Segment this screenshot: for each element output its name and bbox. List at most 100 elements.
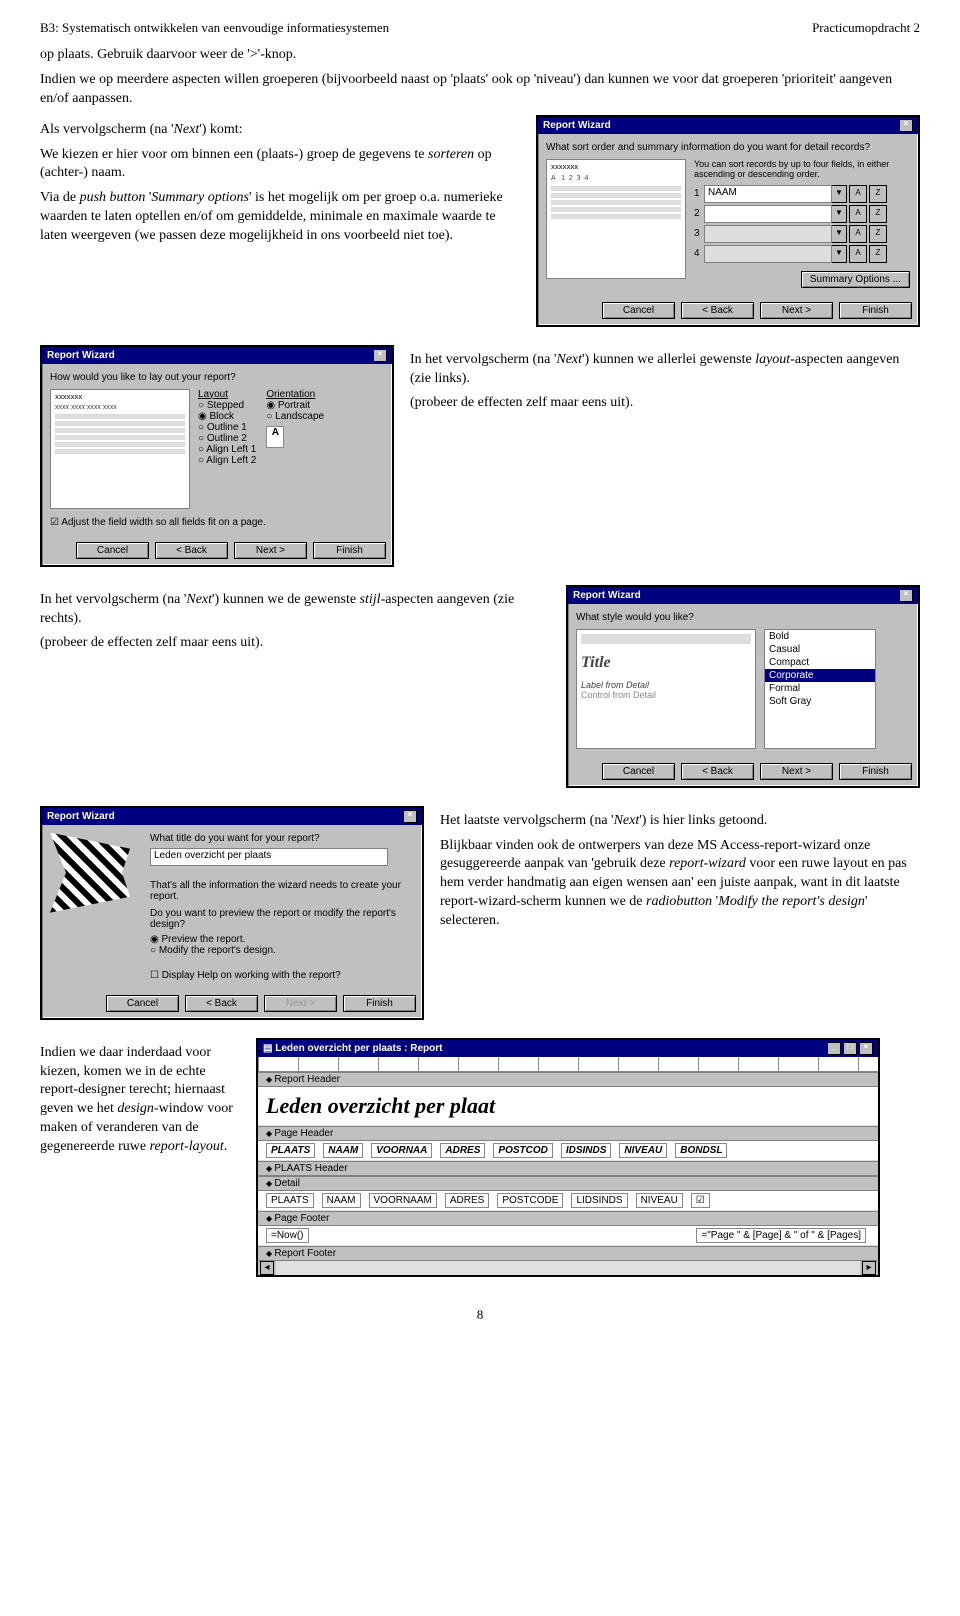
- report-title-label[interactable]: Leden overzicht per plaat: [266, 1093, 495, 1119]
- header-field[interactable]: IDSINDS: [561, 1143, 612, 1158]
- finish-button[interactable]: Finish: [839, 302, 912, 319]
- back-button[interactable]: < Back: [155, 542, 228, 559]
- scrollbar-track[interactable]: [276, 1261, 860, 1275]
- close-icon[interactable]: ×: [403, 810, 417, 823]
- layout-option[interactable]: Block: [198, 411, 256, 422]
- window-title: Leden overzicht per plaats : Report: [275, 1043, 442, 1054]
- style-item[interactable]: Corporate: [765, 669, 875, 682]
- back-button[interactable]: < Back: [681, 763, 754, 780]
- header-field[interactable]: ADRES: [440, 1143, 485, 1158]
- band-page-header[interactable]: Page Header: [258, 1126, 878, 1141]
- chevron-down-icon: ▼: [832, 225, 847, 243]
- band-group-header[interactable]: PLAATS Header: [258, 1161, 878, 1176]
- style-item[interactable]: Soft Gray: [765, 695, 875, 708]
- scroll-right-icon[interactable]: ▸: [862, 1261, 876, 1275]
- sort-asc-icon[interactable]: A: [849, 185, 867, 203]
- scroll-left-icon[interactable]: ◂: [260, 1261, 274, 1275]
- footer-now[interactable]: =Now(): [266, 1228, 309, 1243]
- fit-checkbox[interactable]: Adjust the field width so all fields fit…: [50, 517, 384, 528]
- chevron-down-icon[interactable]: ▼: [832, 185, 847, 203]
- band-page-footer[interactable]: Page Footer: [258, 1211, 878, 1226]
- close-icon[interactable]: ×: [899, 589, 913, 602]
- detail-field[interactable]: POSTCODE: [497, 1193, 563, 1208]
- header-field[interactable]: NAAM: [323, 1143, 363, 1158]
- style-item[interactable]: Formal: [765, 682, 875, 695]
- next-button-disabled: Next >: [264, 995, 337, 1012]
- finish-button[interactable]: Finish: [313, 542, 386, 559]
- chevron-down-icon[interactable]: ▼: [832, 205, 847, 223]
- layout-option[interactable]: Align Left 1: [198, 444, 256, 455]
- orientation-option[interactable]: Landscape: [266, 411, 324, 422]
- cancel-button[interactable]: Cancel: [602, 302, 675, 319]
- next-button[interactable]: Next >: [760, 302, 833, 319]
- style-item[interactable]: Bold: [765, 630, 875, 643]
- modify-radio[interactable]: Modify the report's design.: [150, 945, 414, 956]
- sort-desc-icon[interactable]: Z: [869, 185, 887, 203]
- ruler: [258, 1057, 878, 1072]
- finish-button[interactable]: Finish: [343, 995, 416, 1012]
- sort-field-4: [704, 245, 832, 263]
- layout-option[interactable]: Align Left 2: [198, 455, 256, 466]
- sort-desc-icon[interactable]: Z: [869, 205, 887, 223]
- header-field[interactable]: NIVEAU: [619, 1143, 667, 1158]
- summary-options-button[interactable]: Summary Options ...: [801, 271, 910, 288]
- page-icon: A: [266, 426, 284, 448]
- minimize-icon[interactable]: _: [827, 1042, 841, 1055]
- header-field[interactable]: PLAATS: [266, 1143, 315, 1158]
- close-icon[interactable]: ×: [373, 349, 387, 362]
- band-report-header[interactable]: Report Header: [258, 1072, 878, 1087]
- layout-option[interactable]: Outline 1: [198, 422, 256, 433]
- preview-radio[interactable]: Preview the report.: [150, 934, 414, 945]
- sort-field-3: [704, 225, 832, 243]
- body-text: Indien we op meerdere aspecten willen gr…: [40, 71, 920, 109]
- wizard-sort-dialog: Report Wizard × What sort order and summ…: [536, 115, 920, 327]
- wizard-hint: You can sort records by up to four field…: [694, 159, 910, 179]
- sort-field-2[interactable]: [704, 205, 832, 223]
- wizard-final-dialog: Report Wizard × What title do you want f…: [40, 806, 424, 1020]
- header-field[interactable]: VOORNAA: [371, 1143, 432, 1158]
- detail-field[interactable]: ☑: [691, 1193, 710, 1208]
- detail-field[interactable]: NIVEAU: [636, 1193, 683, 1208]
- layout-option[interactable]: Stepped: [198, 400, 256, 411]
- detail-field[interactable]: LIDSINDS: [571, 1193, 627, 1208]
- footer-pagenum[interactable]: ="Page " & [Page] & " of " & [Pages]: [696, 1228, 866, 1243]
- help-checkbox[interactable]: ☐ Display Help on working with the repor…: [150, 970, 414, 981]
- close-icon[interactable]: ×: [859, 1042, 873, 1055]
- band-report-footer[interactable]: Report Footer: [258, 1246, 878, 1261]
- report-title-input[interactable]: Leden overzicht per plaats: [150, 848, 388, 866]
- orientation-option[interactable]: Portrait: [266, 400, 324, 411]
- back-button[interactable]: < Back: [681, 302, 754, 319]
- detail-field[interactable]: PLAATS: [266, 1193, 314, 1208]
- chevron-down-icon: ▼: [832, 245, 847, 263]
- body-text: Als vervolgscherm (na 'Next') komt:: [40, 121, 520, 140]
- wizard-text: That's all the information the wizard ne…: [150, 880, 414, 902]
- layout-option[interactable]: Outline 2: [198, 433, 256, 444]
- style-listbox[interactable]: Bold Casual Compact Corporate Formal Sof…: [764, 629, 876, 749]
- sort-field-1[interactable]: NAAM: [704, 185, 832, 203]
- cancel-button[interactable]: Cancel: [602, 763, 675, 780]
- style-item[interactable]: Compact: [765, 656, 875, 669]
- back-button[interactable]: < Back: [185, 995, 258, 1012]
- detail-field[interactable]: NAAM: [322, 1193, 361, 1208]
- dialog-titlebar: Report Wizard ×: [42, 347, 392, 364]
- dialog-title: Report Wizard: [47, 350, 115, 361]
- close-icon[interactable]: ×: [899, 119, 913, 132]
- band-detail[interactable]: Detail: [258, 1176, 878, 1191]
- cancel-button[interactable]: Cancel: [76, 542, 149, 559]
- next-button[interactable]: Next >: [760, 763, 833, 780]
- finish-button[interactable]: Finish: [839, 763, 912, 780]
- sort-asc-icon[interactable]: A: [849, 205, 867, 223]
- dialog-titlebar: Report Wizard ×: [568, 587, 918, 604]
- style-item[interactable]: Casual: [765, 643, 875, 656]
- layout-heading: Layout: [198, 389, 256, 400]
- dialog-title: Report Wizard: [543, 120, 611, 131]
- report-designer-window: ▤ Leden overzicht per plaats : Report _ …: [256, 1038, 880, 1277]
- header-field[interactable]: POSTCOD: [493, 1143, 552, 1158]
- wizard-question: How would you like to lay out your repor…: [50, 372, 384, 383]
- header-field[interactable]: BONDSL: [675, 1143, 727, 1158]
- next-button[interactable]: Next >: [234, 542, 307, 559]
- cancel-button[interactable]: Cancel: [106, 995, 179, 1012]
- detail-field[interactable]: ADRES: [445, 1193, 489, 1208]
- detail-field[interactable]: VOORNAAM: [369, 1193, 437, 1208]
- maximize-icon[interactable]: □: [843, 1042, 857, 1055]
